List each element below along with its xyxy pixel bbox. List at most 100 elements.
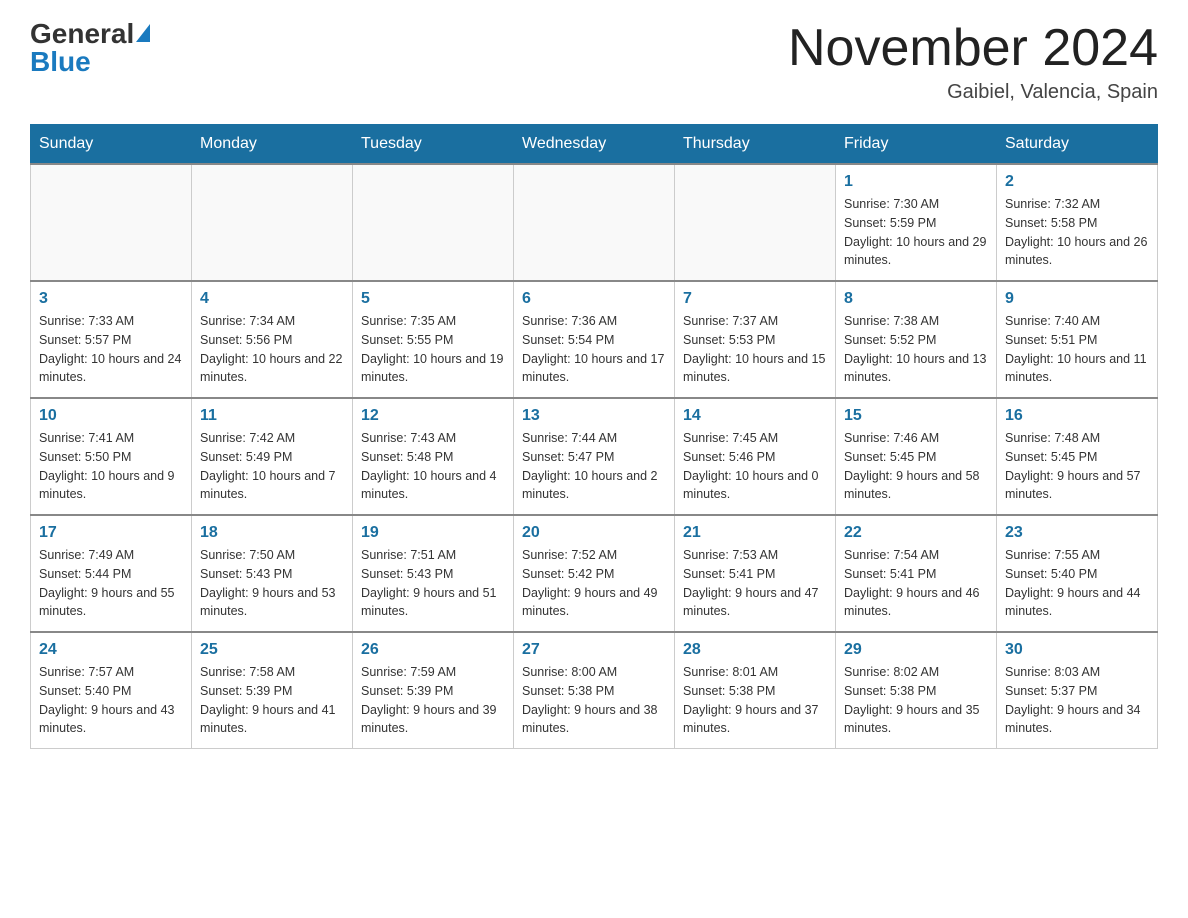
day-number: 19 — [361, 524, 505, 542]
calendar-cell: 2 Sunrise: 7:32 AMSunset: 5:58 PMDaylight… — [997, 164, 1158, 281]
day-info: Sunrise: 7:57 AMSunset: 5:40 PMDaylight:… — [39, 663, 183, 738]
calendar-cell — [353, 164, 514, 281]
calendar-cell: 18 Sunrise: 7:50 AMSunset: 5:43 PMDayligh… — [192, 515, 353, 632]
day-info: Sunrise: 7:30 AMSunset: 5:59 PMDaylight:… — [844, 195, 988, 270]
day-info: Sunrise: 7:34 AMSunset: 5:56 PMDaylight:… — [200, 312, 344, 387]
calendar-week-5: 24 Sunrise: 7:57 AMSunset: 5:40 PMDayligh… — [31, 632, 1158, 749]
day-info: Sunrise: 7:48 AMSunset: 5:45 PMDaylight:… — [1005, 429, 1149, 504]
day-number: 18 — [200, 524, 344, 542]
day-info: Sunrise: 7:42 AMSunset: 5:49 PMDaylight:… — [200, 429, 344, 504]
calendar-cell: 19 Sunrise: 7:51 AMSunset: 5:43 PMDayligh… — [353, 515, 514, 632]
day-number: 2 — [1005, 173, 1149, 191]
day-info: Sunrise: 7:50 AMSunset: 5:43 PMDaylight:… — [200, 546, 344, 621]
calendar-cell: 10 Sunrise: 7:41 AMSunset: 5:50 PMDayligh… — [31, 398, 192, 515]
day-header-friday: Friday — [836, 125, 997, 165]
calendar-cell: 27 Sunrise: 8:00 AMSunset: 5:38 PMDayligh… — [514, 632, 675, 749]
day-number: 1 — [844, 173, 988, 191]
day-info: Sunrise: 8:00 AMSunset: 5:38 PMDaylight:… — [522, 663, 666, 738]
day-info: Sunrise: 7:46 AMSunset: 5:45 PMDaylight:… — [844, 429, 988, 504]
day-info: Sunrise: 8:01 AMSunset: 5:38 PMDaylight:… — [683, 663, 827, 738]
day-header-saturday: Saturday — [997, 125, 1158, 165]
calendar-cell: 17 Sunrise: 7:49 AMSunset: 5:44 PMDayligh… — [31, 515, 192, 632]
calendar-cell — [31, 164, 192, 281]
calendar-header: SundayMondayTuesdayWednesdayThursdayFrid… — [31, 125, 1158, 165]
calendar-cell: 25Sunrise: 7:58 AMSunset: 5:39 PMDayligh… — [192, 632, 353, 749]
day-number: 8 — [844, 290, 988, 308]
day-info: Sunrise: 7:58 AMSunset: 5:39 PMDaylight:… — [200, 663, 344, 738]
calendar-cell: 7Sunrise: 7:37 AMSunset: 5:53 PMDaylight… — [675, 281, 836, 398]
day-info: Sunrise: 7:53 AMSunset: 5:41 PMDaylight:… — [683, 546, 827, 621]
calendar-cell: 9 Sunrise: 7:40 AMSunset: 5:51 PMDaylight… — [997, 281, 1158, 398]
calendar-cell: 5Sunrise: 7:35 AMSunset: 5:55 PMDaylight… — [353, 281, 514, 398]
day-info: Sunrise: 7:59 AMSunset: 5:39 PMDaylight:… — [361, 663, 505, 738]
day-info: Sunrise: 7:54 AMSunset: 5:41 PMDaylight:… — [844, 546, 988, 621]
day-number: 16 — [1005, 407, 1149, 425]
calendar-cell: 28Sunrise: 8:01 AMSunset: 5:38 PMDayligh… — [675, 632, 836, 749]
day-info: Sunrise: 7:43 AMSunset: 5:48 PMDaylight:… — [361, 429, 505, 504]
calendar-cell: 3 Sunrise: 7:33 AMSunset: 5:57 PMDaylight… — [31, 281, 192, 398]
day-info: Sunrise: 7:52 AMSunset: 5:42 PMDaylight:… — [522, 546, 666, 621]
day-number: 9 — [1005, 290, 1149, 308]
calendar-cell: 6 Sunrise: 7:36 AMSunset: 5:54 PMDaylight… — [514, 281, 675, 398]
day-header-monday: Monday — [192, 125, 353, 165]
day-number: 3 — [39, 290, 183, 308]
calendar-week-1: 1 Sunrise: 7:30 AMSunset: 5:59 PMDaylight… — [31, 164, 1158, 281]
day-number: 26 — [361, 641, 505, 659]
day-info: Sunrise: 7:40 AMSunset: 5:51 PMDaylight:… — [1005, 312, 1149, 387]
day-number: 24 — [39, 641, 183, 659]
calendar-body: 1 Sunrise: 7:30 AMSunset: 5:59 PMDaylight… — [31, 164, 1158, 749]
day-number: 22 — [844, 524, 988, 542]
calendar-cell: 1 Sunrise: 7:30 AMSunset: 5:59 PMDaylight… — [836, 164, 997, 281]
calendar-table: SundayMondayTuesdayWednesdayThursdayFrid… — [30, 124, 1158, 749]
day-header-sunday: Sunday — [31, 125, 192, 165]
day-number: 13 — [522, 407, 666, 425]
calendar-week-3: 10 Sunrise: 7:41 AMSunset: 5:50 PMDayligh… — [31, 398, 1158, 515]
day-number: 6 — [522, 290, 666, 308]
calendar-cell: 11Sunrise: 7:42 AMSunset: 5:49 PMDayligh… — [192, 398, 353, 515]
day-number: 29 — [844, 641, 988, 659]
calendar-cell: 21Sunrise: 7:53 AMSunset: 5:41 PMDayligh… — [675, 515, 836, 632]
day-info: Sunrise: 7:51 AMSunset: 5:43 PMDaylight:… — [361, 546, 505, 621]
day-info: Sunrise: 7:38 AMSunset: 5:52 PMDaylight:… — [844, 312, 988, 387]
day-number: 14 — [683, 407, 827, 425]
page-header: General Blue November 2024 Gaibiel, Vale… — [30, 20, 1158, 104]
header-row: SundayMondayTuesdayWednesdayThursdayFrid… — [31, 125, 1158, 165]
day-header-tuesday: Tuesday — [353, 125, 514, 165]
day-header-thursday: Thursday — [675, 125, 836, 165]
calendar-cell: 8 Sunrise: 7:38 AMSunset: 5:52 PMDaylight… — [836, 281, 997, 398]
day-info: Sunrise: 7:44 AMSunset: 5:47 PMDaylight:… — [522, 429, 666, 504]
day-info: Sunrise: 7:33 AMSunset: 5:57 PMDaylight:… — [39, 312, 183, 387]
day-info: Sunrise: 8:02 AMSunset: 5:38 PMDaylight:… — [844, 663, 988, 738]
calendar-cell: 13 Sunrise: 7:44 AMSunset: 5:47 PMDayligh… — [514, 398, 675, 515]
day-number: 17 — [39, 524, 183, 542]
day-info: Sunrise: 7:32 AMSunset: 5:58 PMDaylight:… — [1005, 195, 1149, 270]
calendar-cell: 29 Sunrise: 8:02 AMSunset: 5:38 PMDayligh… — [836, 632, 997, 749]
day-info: Sunrise: 7:55 AMSunset: 5:40 PMDaylight:… — [1005, 546, 1149, 621]
calendar-cell: 20Sunrise: 7:52 AMSunset: 5:42 PMDayligh… — [514, 515, 675, 632]
calendar-cell: 15Sunrise: 7:46 AMSunset: 5:45 PMDayligh… — [836, 398, 997, 515]
day-info: Sunrise: 7:49 AMSunset: 5:44 PMDaylight:… — [39, 546, 183, 621]
calendar-cell: 30Sunrise: 8:03 AMSunset: 5:37 PMDayligh… — [997, 632, 1158, 749]
calendar-cell — [514, 164, 675, 281]
day-info: Sunrise: 7:41 AMSunset: 5:50 PMDaylight:… — [39, 429, 183, 504]
month-title: November 2024 — [788, 20, 1158, 77]
day-number: 27 — [522, 641, 666, 659]
calendar-cell — [192, 164, 353, 281]
day-info: Sunrise: 8:03 AMSunset: 5:37 PMDaylight:… — [1005, 663, 1149, 738]
day-header-wednesday: Wednesday — [514, 125, 675, 165]
title-section: November 2024 Gaibiel, Valencia, Spain — [788, 20, 1158, 104]
calendar-cell: 12Sunrise: 7:43 AMSunset: 5:48 PMDayligh… — [353, 398, 514, 515]
logo: General Blue — [30, 20, 150, 76]
calendar-cell: 14Sunrise: 7:45 AMSunset: 5:46 PMDayligh… — [675, 398, 836, 515]
day-info: Sunrise: 7:36 AMSunset: 5:54 PMDaylight:… — [522, 312, 666, 387]
location-text: Gaibiel, Valencia, Spain — [788, 81, 1158, 104]
day-number: 10 — [39, 407, 183, 425]
day-number: 4 — [200, 290, 344, 308]
calendar-cell: 22 Sunrise: 7:54 AMSunset: 5:41 PMDayligh… — [836, 515, 997, 632]
calendar-cell: 26 Sunrise: 7:59 AMSunset: 5:39 PMDayligh… — [353, 632, 514, 749]
calendar-week-4: 17 Sunrise: 7:49 AMSunset: 5:44 PMDayligh… — [31, 515, 1158, 632]
day-number: 5 — [361, 290, 505, 308]
calendar-cell: 4 Sunrise: 7:34 AMSunset: 5:56 PMDaylight… — [192, 281, 353, 398]
day-info: Sunrise: 7:37 AMSunset: 5:53 PMDaylight:… — [683, 312, 827, 387]
calendar-cell: 23Sunrise: 7:55 AMSunset: 5:40 PMDayligh… — [997, 515, 1158, 632]
